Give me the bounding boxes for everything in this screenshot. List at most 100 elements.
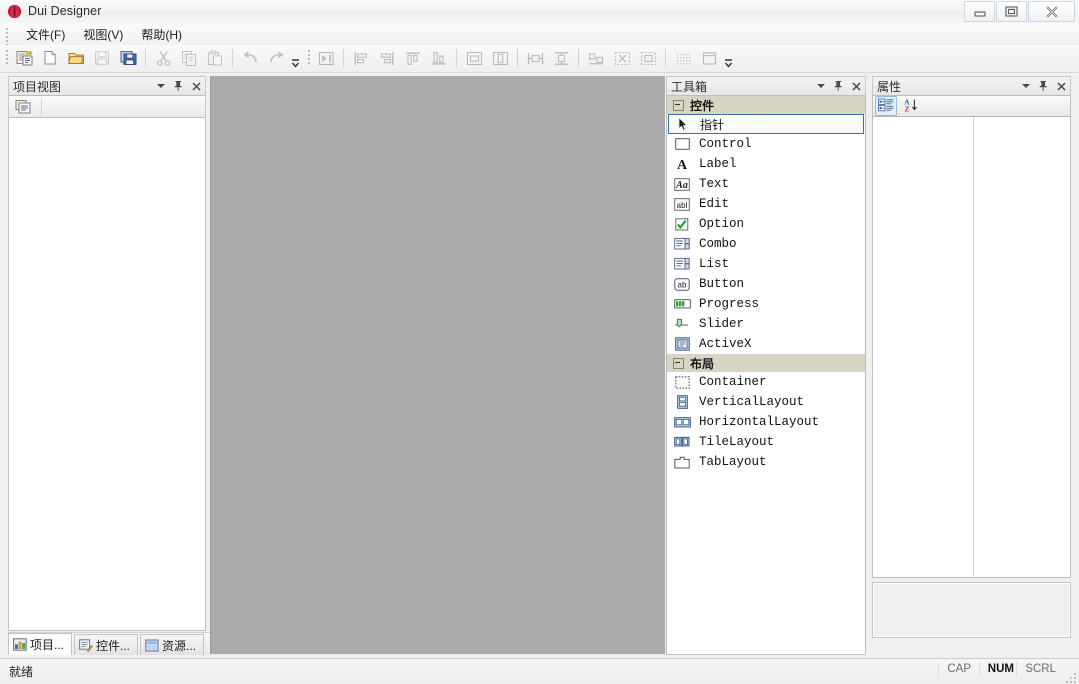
center-horizontal-button[interactable] xyxy=(462,46,486,70)
space-horizontal-button[interactable] xyxy=(584,46,608,70)
status-message: 就绪 xyxy=(9,665,34,679)
copy-button[interactable] xyxy=(177,46,201,70)
run-preview-button[interactable] xyxy=(314,46,338,70)
toolbox-item-progress[interactable]: Progress xyxy=(667,294,865,314)
toolbox-item-slider-label: Slider xyxy=(699,317,745,331)
properties-description-pane xyxy=(872,582,1071,638)
toolbox-item-activex[interactable]: ActiveX xyxy=(667,334,865,354)
redo-button[interactable] xyxy=(264,46,288,70)
properties-column-divider[interactable] xyxy=(973,117,974,577)
toolbox-item-text[interactable]: Aa Text xyxy=(667,174,865,194)
new-file-button[interactable] xyxy=(38,46,62,70)
save-button[interactable] xyxy=(90,46,114,70)
collapse-icon[interactable] xyxy=(673,357,684,369)
collapse-icon[interactable] xyxy=(673,99,684,111)
toolbox-item-tablayout-label: TabLayout xyxy=(699,455,767,469)
pin-icon[interactable] xyxy=(1038,79,1049,93)
toolbox-item-tablayout[interactable]: TabLayout xyxy=(667,452,865,472)
align-left-button[interactable] xyxy=(349,46,373,70)
toolbox-item-tilelayout-label: TileLayout xyxy=(699,435,775,449)
status-caps-lock: CAP xyxy=(938,662,979,676)
toolbox-item-slider[interactable]: Slider xyxy=(667,314,865,334)
align-top-button[interactable] xyxy=(401,46,425,70)
save-all-button[interactable] xyxy=(116,46,140,70)
toolbar-separator xyxy=(578,49,579,67)
toolbar-overflow-button-1[interactable] xyxy=(289,46,301,70)
new-project-button[interactable] xyxy=(12,46,36,70)
menu-file[interactable]: 文件(F) xyxy=(17,23,74,46)
title-bar: Dui Designer xyxy=(0,0,1079,24)
window-title: Dui Designer xyxy=(28,4,102,18)
edit-abl-icon: abl xyxy=(673,196,691,212)
toolbox-item-container[interactable]: Container xyxy=(667,372,865,392)
align-right-button[interactable] xyxy=(375,46,399,70)
tab-resources[interactable]: 资源... xyxy=(140,634,205,655)
toolbox-item-button[interactable]: ab Button xyxy=(667,274,865,294)
cut-button[interactable] xyxy=(151,46,175,70)
pin-icon[interactable] xyxy=(833,79,844,93)
categorized-view-icon xyxy=(878,98,894,115)
project-properties-icon[interactable] xyxy=(15,99,33,115)
toolbox-item-option[interactable]: Option xyxy=(667,214,865,234)
toolbox-group-controls[interactable]: 控件 xyxy=(667,96,865,114)
maximize-button[interactable] xyxy=(996,1,1027,22)
design-canvas[interactable] xyxy=(210,76,665,654)
checkbox-check-icon xyxy=(673,216,691,232)
undo-button[interactable] xyxy=(238,46,262,70)
toolbox-item-pointer[interactable]: 指针 xyxy=(668,114,864,134)
toolbar-overflow-button-2[interactable] xyxy=(722,46,734,70)
toolbox-item-control-label: Control xyxy=(699,137,752,151)
dui-logo-icon xyxy=(7,4,22,19)
close-icon[interactable] xyxy=(191,79,202,93)
close-icon[interactable] xyxy=(1056,79,1067,93)
resources-tab-icon xyxy=(145,639,159,652)
categorized-view-button[interactable] xyxy=(875,96,897,116)
tab-controls[interactable]: 控件... xyxy=(74,634,139,655)
toolbox-item-list[interactable]: List xyxy=(667,254,865,274)
toolbar-grip-1[interactable] xyxy=(2,45,11,71)
properties-grid[interactable] xyxy=(872,116,1071,578)
menu-view[interactable]: 视图(V) xyxy=(74,23,132,46)
project-tree[interactable] xyxy=(8,117,206,631)
toolbar-grip-2[interactable] xyxy=(304,45,313,71)
adjust-size-button[interactable] xyxy=(636,46,660,70)
toolbox-item-label[interactable]: A Label xyxy=(667,154,865,174)
controls-tab-icon xyxy=(79,638,93,652)
chevron-down-icon[interactable] xyxy=(155,79,166,93)
break-layout-button[interactable] xyxy=(610,46,634,70)
resize-grip[interactable] xyxy=(1064,671,1076,683)
toolbox-item-list-label: List xyxy=(699,257,730,271)
minimize-button[interactable] xyxy=(964,1,995,22)
close-button[interactable] xyxy=(1028,1,1075,22)
toolbox-item-verticallayout[interactable]: VerticalLayout xyxy=(667,392,865,412)
pin-icon[interactable] xyxy=(173,79,184,93)
toolbox-item-verticallayout-label: VerticalLayout xyxy=(699,395,805,409)
align-bottom-button[interactable] xyxy=(427,46,451,70)
chevron-down-icon[interactable] xyxy=(815,79,826,93)
toolbox-item-combo[interactable]: Combo xyxy=(667,234,865,254)
toolbox-item-horizontallayout[interactable]: HorizontalLayout xyxy=(667,412,865,432)
toolbox-titlebar: 工具箱 xyxy=(666,76,866,96)
tab-project[interactable]: 项目... xyxy=(8,633,73,655)
same-height-button[interactable] xyxy=(549,46,573,70)
form-frame-button[interactable] xyxy=(697,46,721,70)
close-icon[interactable] xyxy=(851,79,862,93)
window-controls xyxy=(963,1,1075,22)
toolbox-item-edit[interactable]: abl Edit xyxy=(667,194,865,214)
alphabetical-sort-icon: A Z xyxy=(903,97,920,115)
toolbox-item-tilelayout[interactable]: TileLayout xyxy=(667,432,865,452)
grid-toggle-button[interactable] xyxy=(671,46,695,70)
toolbox-item-button-label: Button xyxy=(699,277,745,291)
same-width-button[interactable] xyxy=(523,46,547,70)
paste-button[interactable] xyxy=(203,46,227,70)
toolbox-group-layout[interactable]: 布局 xyxy=(667,354,865,372)
toolbox-item-horizontallayout-label: HorizontalLayout xyxy=(699,415,820,429)
toolbox-list[interactable]: 控件 指针 Control A Label Aa Text abl Edit O… xyxy=(666,96,866,655)
center-vertical-button[interactable] xyxy=(488,46,512,70)
alphabetical-sort-button[interactable]: A Z xyxy=(900,96,922,116)
open-folder-button[interactable] xyxy=(64,46,88,70)
menubar-grip[interactable] xyxy=(5,28,9,46)
chevron-down-icon[interactable] xyxy=(1020,79,1031,93)
menu-help[interactable]: 帮助(H) xyxy=(132,23,191,46)
toolbox-item-control[interactable]: Control xyxy=(667,134,865,154)
